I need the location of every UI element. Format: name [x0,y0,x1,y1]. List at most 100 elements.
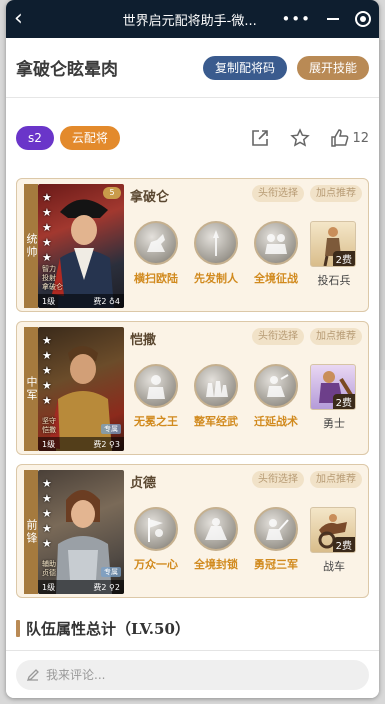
troop-cost: 2费 [332,251,355,266]
portrait-info: 坚守 恺撒 [42,417,56,434]
thumbs-up-icon [331,129,349,147]
share-icon[interactable] [250,128,270,148]
skill-name: 先发制人 [194,272,238,285]
general-card-joan[interactable]: 前锋 ★ ★ ★ ★ ★ 专属 辅助 贞德 1级 费2 ⚲2 贞德 头衔选择 加… [16,464,369,598]
comment-input[interactable]: 我来评论... [16,659,369,690]
warrior-unit-icon: 2费 [310,364,356,410]
like-button[interactable]: 12 [330,128,369,148]
cost-label: 费2 ♁4 [93,296,120,306]
general-portrait[interactable]: ★ ★ ★ ★ ★ 5 智力 投射 拿破仑 1级 费2 ♁4 [38,184,124,308]
season-tag[interactable]: s2 [16,126,54,150]
skill-cavalry-icon [134,221,178,265]
point-recommend-chip[interactable]: 加点推荐 [310,471,362,488]
team-attribute-title: 队伍属性总计（LV.50） [26,620,190,638]
card-chips: 头衔选择 加点推荐 [252,328,362,345]
troop-item[interactable]: 2费 勇士 [310,364,358,431]
role-label: 中军 [24,327,38,451]
skill-item[interactable]: 万众一心 [130,507,182,572]
troop-item[interactable]: 2费 战车 [310,507,358,574]
cost-label: 费2 ⚲2 [93,582,120,592]
star-rating: ★ ★ ★ ★ ★ [42,191,52,264]
troop-cost: 2费 [332,394,355,409]
lineup-header: 拿破仑眩晕肉 复制配将码 展开技能 [6,38,379,98]
point-recommend-chip[interactable]: 加点推荐 [310,328,362,345]
pencil-icon [26,668,39,681]
level-label: 1级 [42,582,56,592]
role-label: 统帅 [24,184,38,308]
level-label: 1级 [42,439,56,449]
portrait-info: 辅助 贞德 [42,560,56,577]
tag-row: s2 云配将 12 [6,98,379,178]
skill-item[interactable]: 勇冠三军 [250,507,302,572]
portrait-footer: 1级 费2 ⚲2 [38,580,124,594]
role-label: 前锋 [24,470,38,594]
window-title: 世界启元配将助手-微... [122,13,257,29]
content-area[interactable]: s2 云配将 12 统帅 ★ ★ ★ ★ ★ 5 智力 投射 拿破仑 1级 费2… [6,98,379,650]
title-select-chip[interactable]: 头衔选择 [252,185,304,202]
portrait-footer: 1级 费2 ⚲3 [38,437,124,451]
skill-name: 迁延战术 [254,415,298,428]
portrait-footer: 1级 费2 ♁4 [38,294,124,308]
skill-list: 万众一心 全境封锁 勇冠三军 [130,507,302,572]
troop-item[interactable]: 2费 投石兵 [310,221,358,288]
cloud-lineup-tag[interactable]: 云配将 [59,126,120,150]
skill-army-icon [254,221,298,265]
general-portrait[interactable]: ★ ★ ★ ★ ★ 专属 辅助 贞德 1级 费2 ⚲2 [38,470,124,594]
expand-skills-button[interactable]: 展开技能 [296,55,369,80]
title-select-chip[interactable]: 头衔选择 [252,471,304,488]
minimize-icon[interactable] [327,18,339,20]
skill-name: 勇冠三军 [254,558,298,571]
skill-tactic-icon [254,364,298,408]
copy-lineup-code-button[interactable]: 复制配将码 [202,55,287,80]
skill-item[interactable]: 整军经武 [190,364,242,429]
skill-item[interactable]: 迁延战术 [250,364,302,429]
comment-bar: 我来评论... [6,650,379,698]
skill-list: 无冕之王 整军经武 迁延战术 [130,364,302,429]
general-card-napoleon[interactable]: 统帅 ★ ★ ★ ★ ★ 5 智力 投射 拿破仑 1级 费2 ♁4 拿破仑 头衔… [16,178,369,312]
window-controls: ••• [281,10,371,28]
skill-name: 无冕之王 [134,415,178,428]
general-portrait[interactable]: ★ ★ ★ ★ ★ 专属 坚守 恺撒 1级 费2 ⚲3 [38,327,124,451]
lineup-title: 拿破仑眩晕肉 [16,60,118,80]
card-chips: 头衔选择 加点推荐 [252,471,362,488]
point-recommend-chip[interactable]: 加点推荐 [310,185,362,202]
general-name: 拿破仑 [130,190,170,205]
skill-troops-icon [194,364,238,408]
skill-item[interactable]: 无冕之王 [130,364,182,429]
title-bar: ‹ 世界启元配将助手-微... ••• [6,0,379,38]
skill-item[interactable]: 横扫欧陆 [130,221,182,286]
favorite-star-icon[interactable] [290,128,311,148]
more-icon[interactable]: ••• [281,10,311,28]
skill-item[interactable]: 全境封锁 [190,507,242,572]
section-accent-bar [16,620,20,637]
skill-list: 横扫欧陆 先发制人 全境征战 [130,221,302,286]
skill-crown-icon [134,364,178,408]
action-icons: 12 [250,128,369,148]
skill-valor-icon [254,507,298,551]
close-target-icon[interactable] [355,11,371,27]
skill-name: 横扫欧陆 [134,272,178,285]
troop-name: 勇士 [323,417,345,430]
troop-cost: 2费 [332,537,355,552]
skill-item[interactable]: 全境征战 [250,221,302,286]
cost-label: 费2 ⚲3 [93,439,120,449]
skill-spear-icon [194,221,238,265]
portrait-info: 智力 投射 拿破仑 [42,265,63,291]
skill-blockade-icon [194,507,238,551]
level-label: 1级 [42,296,56,306]
general-name: 贞德 [130,476,157,491]
title-select-chip[interactable]: 头衔选择 [252,328,304,345]
star-rating: ★ ★ ★ ★ ★ [42,334,52,407]
outer-scrollbar[interactable] [379,40,385,370]
skill-name: 全境封锁 [194,558,238,571]
skill-rally-icon [134,507,178,551]
general-card-caesar[interactable]: 中军 ★ ★ ★ ★ ★ 专属 坚守 恺撒 1级 费2 ⚲3 恺撒 头衔选择 加… [16,321,369,455]
season-badge: 5 [103,187,121,199]
back-arrow-icon[interactable]: ‹ [14,7,38,31]
catapult-unit-icon: 2费 [310,221,356,267]
skill-item[interactable]: 先发制人 [190,221,242,286]
troop-name: 投石兵 [317,274,351,287]
card-chips: 头衔选择 加点推荐 [252,185,362,202]
exclusive-badge: 专属 [101,567,121,577]
like-count: 12 [352,130,369,146]
